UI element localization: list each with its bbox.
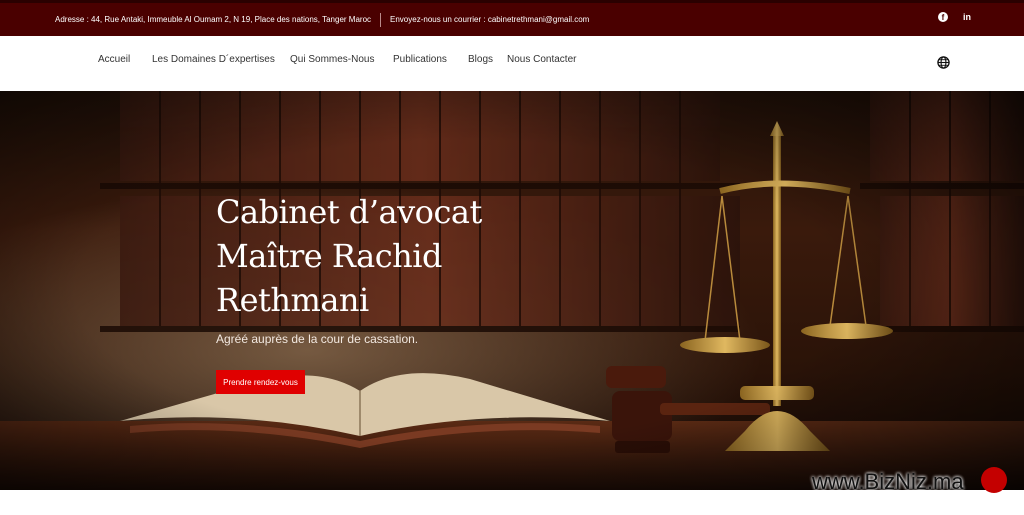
hero-title-line: Maître Rachid — [216, 237, 443, 275]
globe-icon[interactable] — [937, 56, 950, 69]
hero-title: Cabinet d’avocat Maître Rachid Rethmani — [216, 190, 536, 322]
address-text: Adresse : 44, Rue Antaki, Immeuble Al Ou… — [55, 15, 372, 24]
social-links: f in — [938, 12, 972, 22]
hero-title-line: Rethmani — [216, 281, 369, 319]
divider — [380, 12, 382, 27]
hero-title-line: Cabinet d’avocat — [216, 193, 482, 231]
email-text[interactable]: Envoyez-nous un courrier : cabinetrethma… — [390, 15, 589, 24]
facebook-icon[interactable]: f — [938, 12, 948, 22]
nav-item-nous-contacter[interactable]: Nous Contacter — [507, 54, 576, 65]
top-info-bar: Adresse : 44, Rue Antaki, Immeuble Al Ou… — [0, 0, 1024, 36]
linkedin-icon[interactable]: in — [962, 12, 972, 22]
hero-subtitle: Agréé auprès de la cour de cassation. — [216, 332, 419, 346]
nav-item-domaines-expertises[interactable]: Les Domaines D´expertises — [152, 54, 275, 65]
nav-item-qui-sommes-nous[interactable]: Qui Sommes-Nous — [290, 54, 374, 65]
nav-item-accueil[interactable]: Accueil — [98, 54, 130, 65]
book-appointment-button[interactable]: Prendre rendez-vous — [216, 370, 305, 394]
chat-widget-button[interactable] — [981, 467, 1007, 493]
main-navigation: Accueil Les Domaines D´expertises Qui So… — [0, 36, 1024, 91]
nav-item-blogs[interactable]: Blogs — [468, 54, 493, 65]
page: Adresse : 44, Rue Antaki, Immeuble Al Ou… — [0, 0, 1024, 515]
hero-banner: Cabinet d’avocat Maître Rachid Rethmani … — [0, 91, 1024, 490]
nav-item-publications[interactable]: Publications — [393, 54, 447, 65]
watermark: www.BizNiz.ma — [812, 469, 964, 494]
